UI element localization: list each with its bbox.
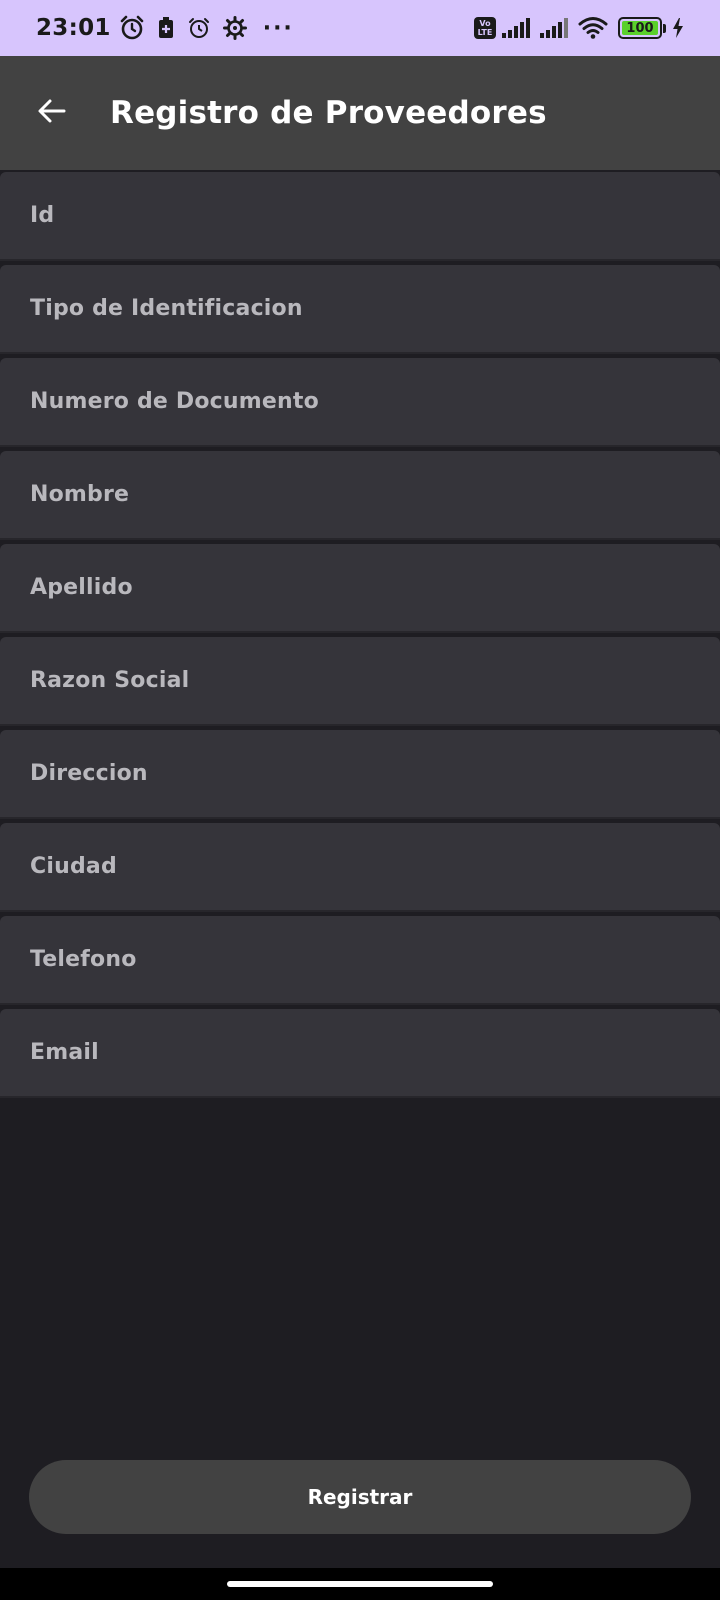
identification-type-field[interactable]: Tipo de Identificacion (0, 265, 720, 354)
first-name-field[interactable]: Nombre (0, 451, 720, 540)
settings-gear-icon (222, 16, 247, 40)
register-button[interactable]: Registrar (29, 1460, 691, 1534)
status-right: Vo LTE 100 (474, 16, 684, 40)
field-label: Ciudad (30, 854, 117, 879)
home-indicator[interactable] (227, 1581, 493, 1587)
back-button[interactable] (24, 85, 80, 141)
volte-bottom: LTE (477, 28, 493, 37)
alarm-icon (187, 16, 211, 40)
battery-tip (663, 23, 666, 33)
navigation-bar (0, 1568, 720, 1600)
battery-saver-icon (157, 16, 175, 40)
phone-field[interactable]: Telefono (0, 916, 720, 1005)
battery-body: 100 (618, 17, 662, 39)
address-field[interactable]: Direccion (0, 730, 720, 819)
page-title: Registro de Proveedores (110, 95, 547, 131)
charging-icon (672, 18, 684, 38)
wifi-icon (578, 16, 608, 40)
arrow-back-icon (36, 95, 68, 131)
alarm-clock-icon (119, 15, 145, 41)
document-number-field[interactable]: Numero de Documento (0, 358, 720, 447)
provider-form: Id Tipo de Identificacion Numero de Docu… (0, 172, 720, 1102)
city-field[interactable]: Ciudad (0, 823, 720, 912)
status-time: 23:01 (36, 15, 111, 41)
status-left: 23:01 ··· (36, 15, 294, 41)
more-dots-icon: ··· (262, 15, 294, 41)
company-name-field[interactable]: Razon Social (0, 637, 720, 726)
signal-1-icon (502, 18, 532, 38)
field-label: Nombre (30, 482, 130, 507)
battery-icon: 100 (618, 17, 666, 39)
field-label: Numero de Documento (30, 389, 319, 414)
email-field[interactable]: Email (0, 1009, 720, 1098)
battery-level: 100 (622, 21, 658, 36)
app-bar: Registro de Proveedores (0, 56, 720, 170)
volte-top: Vo (479, 19, 491, 28)
screen: 23:01 ··· Vo LTE 100 Registro de Proveed… (0, 0, 720, 1600)
volte-icon: Vo LTE (474, 17, 496, 39)
field-label: Razon Social (30, 668, 190, 693)
last-name-field[interactable]: Apellido (0, 544, 720, 633)
status-bar: 23:01 ··· Vo LTE 100 (0, 0, 720, 56)
field-label: Telefono (30, 947, 137, 972)
field-label: Apellido (30, 575, 133, 600)
id-field[interactable]: Id (0, 172, 720, 261)
field-label: Tipo de Identificacion (30, 296, 303, 321)
field-label: Direccion (30, 761, 148, 786)
signal-2-icon (540, 18, 570, 38)
field-label: Email (30, 1040, 99, 1065)
field-label: Id (30, 203, 55, 228)
